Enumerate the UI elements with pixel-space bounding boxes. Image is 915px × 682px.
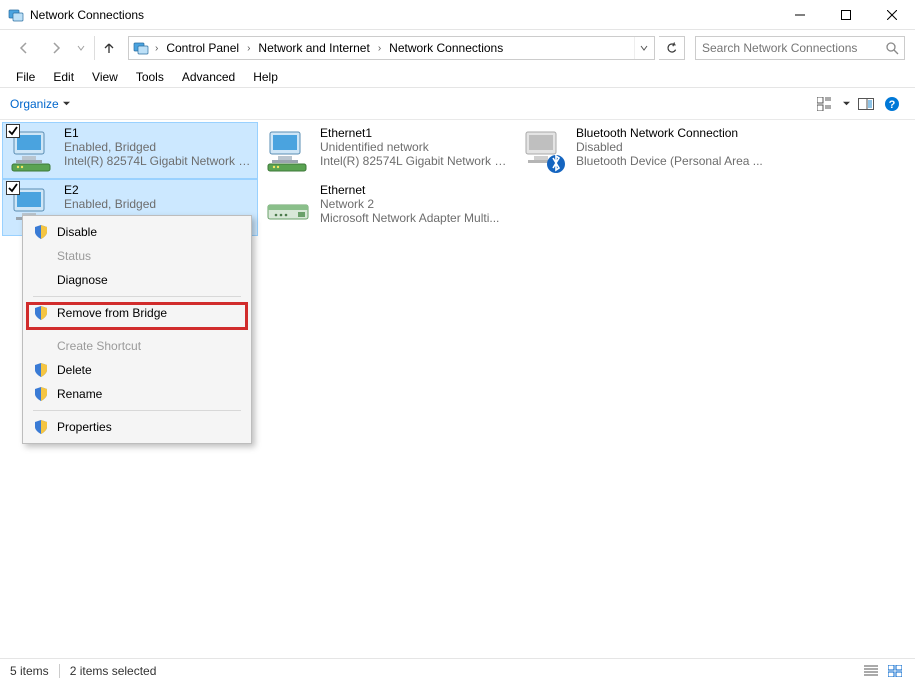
- selection-count: 2 items selected: [70, 664, 157, 678]
- nav-row: › Control Panel › Network and Internet ›…: [0, 30, 915, 66]
- ctx-delete[interactable]: Delete: [23, 358, 251, 382]
- toolbar: Organize ?: [0, 88, 915, 120]
- bluetooth-adapter-icon: [520, 126, 568, 174]
- connection-tile-bluetooth[interactable]: Bluetooth Network Connection Disabled Bl…: [514, 122, 770, 179]
- connection-device: Intel(R) 82574L Gigabit Network C...: [320, 154, 508, 168]
- menu-bar: File Edit View Tools Advanced Help: [0, 66, 915, 88]
- search-input[interactable]: [696, 41, 880, 55]
- connection-tile-e1[interactable]: E1 Enabled, Bridged Intel(R) 82574L Giga…: [2, 122, 258, 179]
- maximize-button[interactable]: [823, 0, 869, 30]
- context-menu: Disable Status Diagnose Remove from Brid…: [22, 215, 252, 444]
- ctx-label: Properties: [57, 420, 239, 434]
- status-bar: 5 items 2 items selected: [0, 658, 915, 682]
- connection-name: E2: [64, 183, 252, 197]
- ctx-remove-from-bridge[interactable]: Remove from Bridge: [23, 301, 251, 325]
- title-bar: Network Connections: [0, 0, 915, 30]
- menu-help[interactable]: Help: [245, 68, 286, 86]
- ctx-rename[interactable]: Rename: [23, 382, 251, 406]
- connection-status: Enabled, Bridged: [64, 140, 252, 154]
- connection-device: Intel(R) 82574L Gigabit Network C...: [64, 154, 252, 168]
- preview-pane-button[interactable]: [853, 93, 879, 115]
- ctx-label: Rename: [57, 387, 239, 401]
- organize-label: Organize: [10, 97, 59, 111]
- ctx-create-shortcut: Create Shortcut: [23, 334, 251, 358]
- connection-status: Enabled, Bridged: [64, 197, 252, 211]
- menu-tools[interactable]: Tools: [128, 68, 172, 86]
- connection-name: E1: [64, 126, 252, 140]
- help-button[interactable]: ?: [879, 93, 905, 115]
- up-button[interactable]: [94, 36, 118, 60]
- view-dropdown[interactable]: [839, 93, 853, 115]
- refresh-button[interactable]: [659, 36, 685, 60]
- view-details-button[interactable]: [861, 663, 881, 679]
- recent-dropdown[interactable]: [74, 34, 88, 62]
- shield-icon: [33, 362, 49, 378]
- search-icon[interactable]: [880, 42, 904, 55]
- connection-status: Disabled: [576, 140, 764, 154]
- connection-status: Unidentified network: [320, 140, 508, 154]
- address-dropdown[interactable]: [634, 37, 652, 59]
- connection-name: Bluetooth Network Connection: [576, 126, 764, 140]
- breadcrumb-item[interactable]: Network and Internet: [254, 37, 373, 59]
- menu-view[interactable]: View: [84, 68, 126, 86]
- ctx-label: Remove from Bridge: [57, 306, 239, 320]
- app-icon: [8, 7, 24, 23]
- view-tiles-button[interactable]: [885, 663, 905, 679]
- connection-name: Ethernet1: [320, 126, 508, 140]
- content-area[interactable]: E1 Enabled, Bridged Intel(R) 82574L Giga…: [0, 120, 915, 658]
- location-icon: [133, 40, 149, 56]
- menu-file[interactable]: File: [8, 68, 43, 86]
- connection-tile-ethernet1[interactable]: Ethernet1 Unidentified network Intel(R) …: [258, 122, 514, 179]
- close-button[interactable]: [869, 0, 915, 30]
- window-title: Network Connections: [30, 8, 777, 22]
- search-box[interactable]: [695, 36, 905, 60]
- address-bar[interactable]: › Control Panel › Network and Internet ›…: [128, 36, 655, 60]
- menu-advanced[interactable]: Advanced: [174, 68, 243, 86]
- network-switch-icon: [264, 183, 312, 231]
- chevron-right-icon[interactable]: ›: [151, 43, 162, 54]
- connection-status: Network 2: [320, 197, 508, 211]
- connection-device: Microsoft Network Adapter Multi...: [320, 211, 508, 225]
- back-button[interactable]: [10, 34, 38, 62]
- shield-icon: [33, 224, 49, 240]
- svg-text:?: ?: [889, 99, 896, 111]
- selection-checkbox[interactable]: [6, 181, 20, 198]
- breadcrumb-item[interactable]: Control Panel: [162, 37, 243, 59]
- network-adapter-icon: [8, 126, 56, 174]
- selection-checkbox[interactable]: [6, 124, 20, 141]
- breadcrumb-item[interactable]: Network Connections: [385, 37, 507, 59]
- connection-device: Bluetooth Device (Personal Area ...: [576, 154, 764, 168]
- shield-icon: [33, 386, 49, 402]
- ctx-label: Disable: [57, 225, 239, 239]
- menu-edit[interactable]: Edit: [45, 68, 82, 86]
- minimize-button[interactable]: [777, 0, 823, 30]
- shield-icon: [33, 305, 49, 321]
- view-options-button[interactable]: [813, 93, 839, 115]
- network-adapter-icon: [264, 126, 312, 174]
- ctx-label: Delete: [57, 363, 239, 377]
- ctx-diagnose[interactable]: Diagnose: [23, 268, 251, 292]
- shield-icon: [33, 419, 49, 435]
- ctx-separator: [33, 329, 241, 330]
- ctx-separator: [33, 410, 241, 411]
- connection-name: Ethernet: [320, 183, 508, 197]
- ctx-separator: [33, 296, 241, 297]
- ctx-label: Create Shortcut: [57, 339, 239, 353]
- ctx-label: Diagnose: [57, 273, 239, 287]
- organize-dropdown[interactable]: Organize: [10, 97, 70, 111]
- chevron-right-icon[interactable]: ›: [243, 43, 254, 54]
- item-count: 5 items: [10, 664, 49, 678]
- chevron-right-icon[interactable]: ›: [374, 43, 385, 54]
- ctx-disable[interactable]: Disable: [23, 220, 251, 244]
- forward-button[interactable]: [42, 34, 70, 62]
- ctx-properties[interactable]: Properties: [23, 415, 251, 439]
- ctx-status: Status: [23, 244, 251, 268]
- ctx-label: Status: [57, 249, 239, 263]
- connection-tile-ethernet[interactable]: Ethernet Network 2 Microsoft Network Ada…: [258, 179, 514, 236]
